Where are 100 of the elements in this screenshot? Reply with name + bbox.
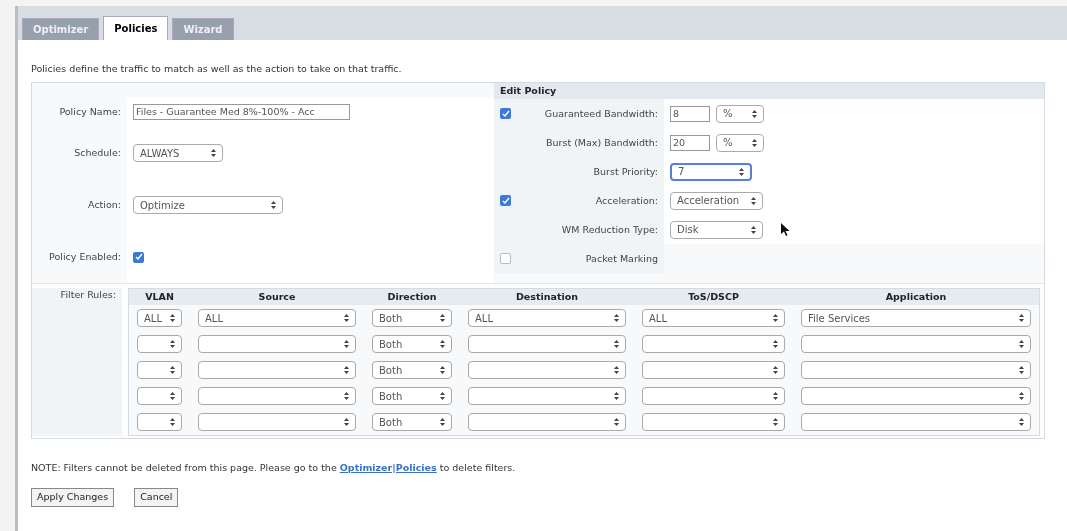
form-button[interactable]: Cancel xyxy=(134,487,179,507)
column-header: Direction xyxy=(386,290,438,305)
dropdown-arrows-icon xyxy=(440,418,445,427)
dropdown[interactable]: Disk xyxy=(670,220,763,239)
dropdown[interactable] xyxy=(198,387,356,406)
checkbox[interactable] xyxy=(500,195,511,207)
dropdown-arrows-icon xyxy=(170,366,175,375)
dropdown-arrows-icon xyxy=(614,418,619,427)
dropdown[interactable]: Acceleration xyxy=(670,191,763,210)
column-header: Source xyxy=(257,290,297,305)
dropdown[interactable] xyxy=(137,387,182,406)
field-label: Filter Rules: xyxy=(60,288,116,303)
column-header: VLAN xyxy=(144,290,175,305)
dropdown[interactable]: Both xyxy=(372,387,452,406)
option-label: Burst (Max) Bandwidth: xyxy=(546,135,658,150)
dropdown[interactable]: ALL xyxy=(468,309,626,328)
dropdown-arrows-icon xyxy=(440,314,445,323)
dropdown-arrows-icon xyxy=(1019,418,1024,427)
dropdown[interactable] xyxy=(137,413,182,432)
field-label: Schedule: xyxy=(74,146,121,161)
column-header: Destination xyxy=(514,290,579,305)
dropdown-arrows-icon xyxy=(440,340,445,349)
option-label: WM Reduction Type: xyxy=(561,222,658,237)
section-title: Edit Policy xyxy=(500,84,557,99)
field-label: Policy Enabled: xyxy=(49,250,121,265)
option-label: Guaranteed Bandwidth: xyxy=(544,106,658,121)
dropdown-arrows-icon xyxy=(440,366,445,375)
dropdown-arrows-icon xyxy=(271,201,276,210)
dropdown[interactable]: Both xyxy=(372,361,452,380)
dropdown[interactable] xyxy=(137,335,182,354)
dropdown[interactable]: 7 xyxy=(670,162,752,181)
option-label: Burst Priority: xyxy=(593,164,658,179)
dropdown[interactable] xyxy=(801,335,1031,354)
dropdown-arrows-icon xyxy=(170,340,175,349)
dropdown[interactable]: ALL xyxy=(642,309,785,328)
dropdown-arrows-icon xyxy=(1019,366,1024,375)
dropdown[interactable] xyxy=(642,361,785,380)
dropdown[interactable] xyxy=(642,387,785,406)
field-label: Action: xyxy=(88,198,121,213)
dropdown-arrows-icon xyxy=(773,340,778,349)
dropdown-arrows-icon xyxy=(773,392,778,401)
field-label: Policy Name: xyxy=(59,105,121,120)
dropdown[interactable] xyxy=(198,413,356,432)
tab[interactable]: Policies xyxy=(103,16,169,40)
amount-field[interactable]: 8 xyxy=(670,105,710,122)
dropdown-arrows-icon xyxy=(614,366,619,375)
dropdown[interactable]: ALWAYS xyxy=(133,144,223,163)
dropdown[interactable]: % xyxy=(716,133,764,152)
dropdown[interactable]: ALL xyxy=(137,309,182,328)
dropdown[interactable] xyxy=(801,387,1031,406)
dropdown[interactable]: File Services xyxy=(801,309,1031,328)
dropdown-arrows-icon xyxy=(344,366,349,375)
dropdown[interactable] xyxy=(642,335,785,354)
dropdown-arrows-icon xyxy=(614,392,619,401)
option-label: Packet Marking xyxy=(585,251,658,266)
dropdown-arrows-icon xyxy=(170,314,175,323)
description-text: Policies define the traffic to match as well as the action to take on that traffic. xyxy=(31,62,403,76)
dropdown-arrows-icon xyxy=(211,149,216,158)
dropdown[interactable]: ALL xyxy=(198,309,356,328)
dropdown-arrows-icon xyxy=(751,225,756,234)
dropdown-arrows-icon xyxy=(752,138,757,147)
option-label: Acceleration: xyxy=(595,193,658,208)
dropdown[interactable]: Optimize xyxy=(133,196,283,215)
dropdown-arrows-icon xyxy=(614,314,619,323)
dropdown-arrows-icon xyxy=(614,340,619,349)
dropdown[interactable] xyxy=(468,361,626,380)
dropdown[interactable]: Both xyxy=(372,413,452,432)
note-text: NOTE: Filters cannot be deleted from this page. Please go to the Optimizer|Policies to delete filters. xyxy=(31,461,517,476)
dropdown-arrows-icon xyxy=(739,167,744,176)
dropdown-arrows-icon xyxy=(1019,340,1024,349)
amount-field[interactable]: 20 xyxy=(670,134,710,151)
dropdown-arrows-icon xyxy=(440,392,445,401)
checkbox[interactable] xyxy=(500,108,511,120)
cursor-icon xyxy=(781,222,790,237)
dropdown[interactable] xyxy=(642,413,785,432)
policy-name-field[interactable]: Files - Guarantee Med 8%-100% - Acc xyxy=(133,104,350,121)
dropdown-arrows-icon xyxy=(751,196,756,205)
checkbox[interactable] xyxy=(500,253,511,265)
dropdown[interactable] xyxy=(137,361,182,380)
dropdown-arrows-icon xyxy=(170,418,175,427)
dropdown[interactable] xyxy=(801,413,1031,432)
form-button[interactable]: Apply Changes xyxy=(31,487,115,507)
dropdown-arrows-icon xyxy=(170,392,175,401)
dropdown-arrows-icon xyxy=(773,366,778,375)
dropdown[interactable]: % xyxy=(716,104,764,123)
column-header: ToS/DSCP xyxy=(687,290,740,305)
checkbox[interactable] xyxy=(133,251,144,263)
dropdown[interactable]: Both xyxy=(372,335,452,354)
dropdown[interactable] xyxy=(468,335,626,354)
dropdown-arrows-icon xyxy=(773,314,778,323)
dropdown-arrows-icon xyxy=(752,109,757,118)
dropdown-arrows-icon xyxy=(1019,314,1024,323)
dropdown[interactable] xyxy=(198,335,356,354)
dropdown[interactable] xyxy=(198,361,356,380)
dropdown[interactable] xyxy=(468,387,626,406)
optimizer-policies-link[interactable]: Optimizer|Policies xyxy=(339,462,437,474)
dropdown[interactable] xyxy=(468,413,626,432)
dropdown[interactable]: Both xyxy=(372,309,452,328)
dropdown-arrows-icon xyxy=(344,418,349,427)
dropdown[interactable] xyxy=(801,361,1031,380)
